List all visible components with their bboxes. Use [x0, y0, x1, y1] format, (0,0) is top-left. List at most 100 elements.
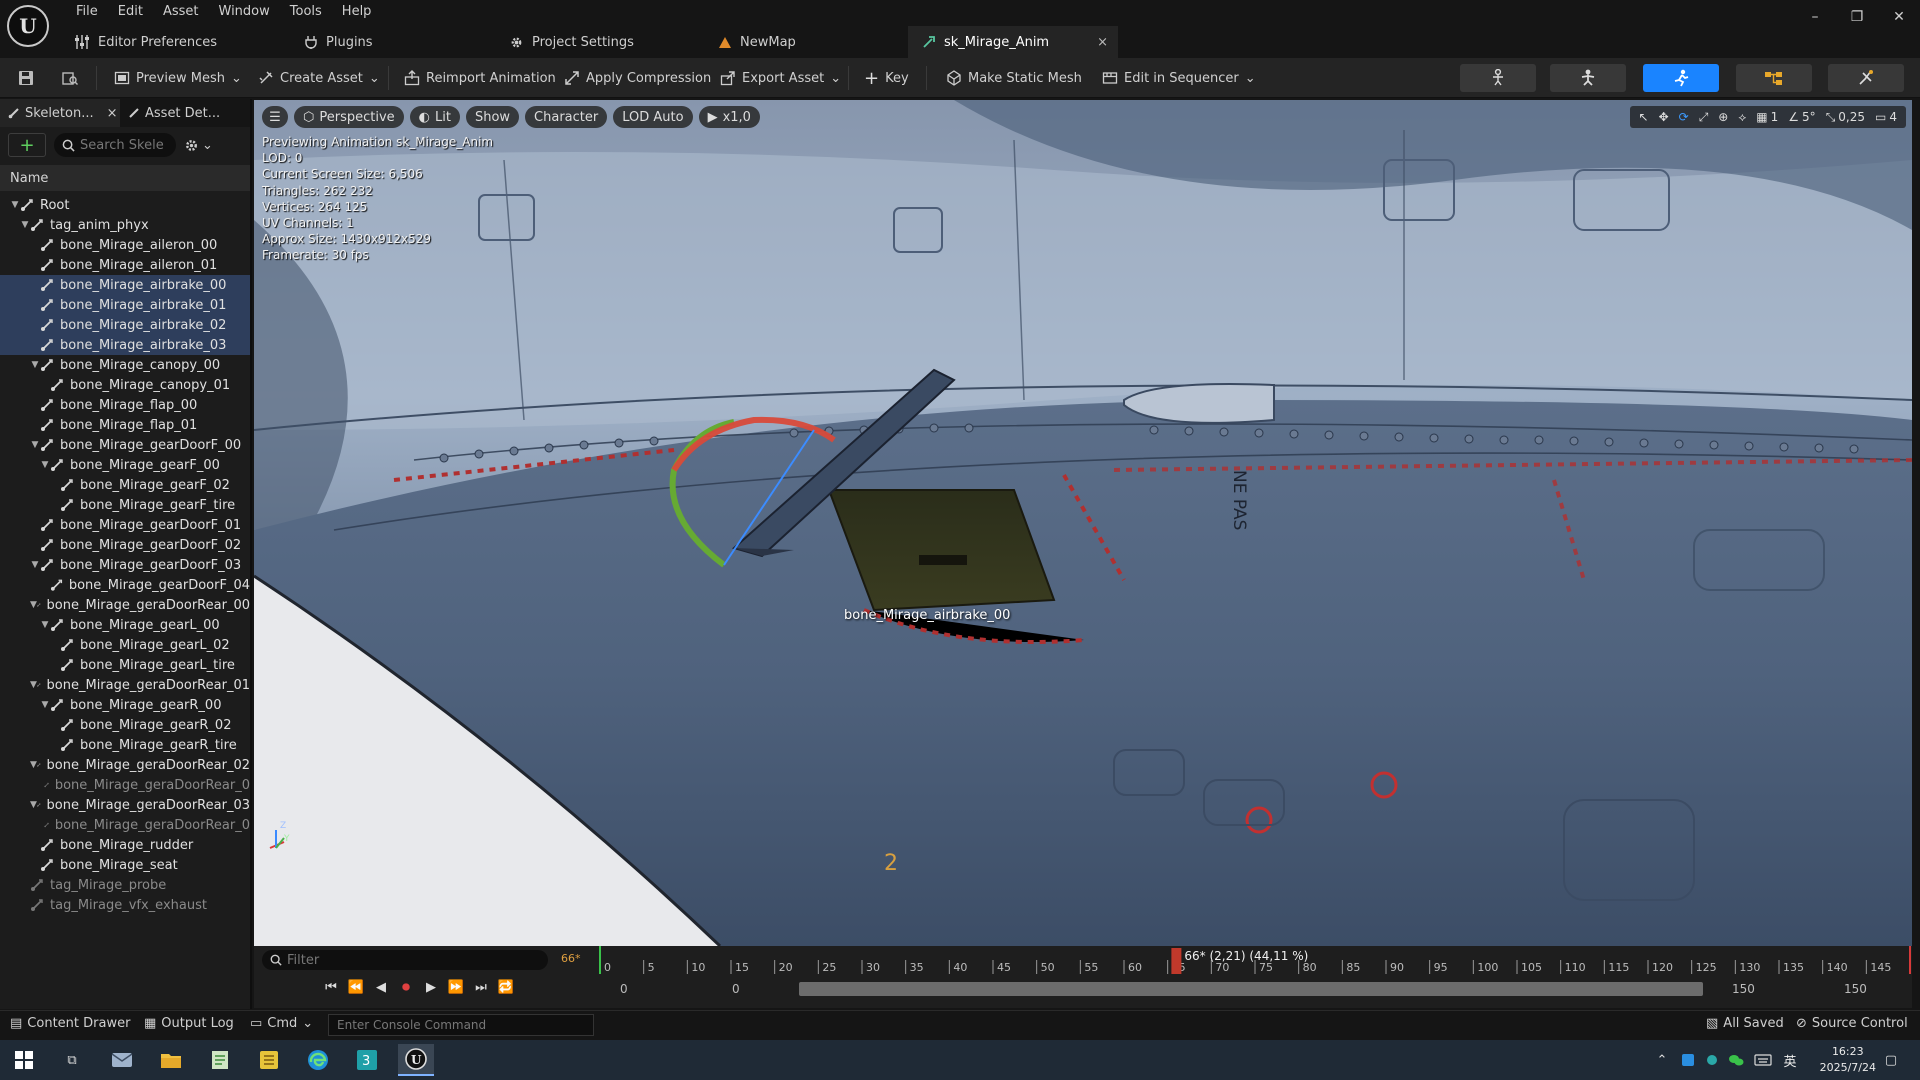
bone-tree-row[interactable]: ▼ bone_Mirage_geraDoorRear_01	[0, 675, 250, 695]
bone-tree-row[interactable]: bone_Mirage_rudder	[0, 835, 250, 855]
view-range-end[interactable]: 150	[1732, 982, 1755, 996]
bone-tree-row[interactable]: ▼ bone_Mirage_gearF_00	[0, 455, 250, 475]
perspective-button[interactable]: ⬡ Perspective	[294, 106, 404, 128]
bone-tree-row[interactable]: bone_Mirage_gearDoorF_01	[0, 515, 250, 535]
bone-tree-row[interactable]: ▼ bone_Mirage_gearR_00	[0, 695, 250, 715]
tray-keyboard[interactable]	[1750, 1044, 1776, 1076]
bone-tree-row[interactable]: ▼ bone_Mirage_canopy_00	[0, 355, 250, 375]
select-tool[interactable]: ↖	[1636, 110, 1652, 124]
show-button[interactable]: Show	[465, 106, 520, 128]
tab-sk-mirage-anim[interactable]: sk_Mirage_Anim ×	[908, 26, 1118, 58]
tray-app-1[interactable]	[1676, 1044, 1700, 1076]
go-to-end-button[interactable]: ⏭	[472, 978, 490, 996]
bone-tree-row[interactable]: bone_Mirage_gearR_02	[0, 715, 250, 735]
blueprint-mode-button[interactable]	[1736, 64, 1812, 92]
bone-tree-row[interactable]: bone_Mirage_airbrake_02	[0, 315, 250, 335]
bone-tree-row[interactable]: ▼ bone_Mirage_gearDoorF_00	[0, 435, 250, 455]
bone-tree-row[interactable]: ▼ bone_Mirage_geraDoorRear_03	[0, 795, 250, 815]
system-clock[interactable]: 16:23 2025/7/24	[1820, 1044, 1876, 1076]
lod-button[interactable]: LOD Auto	[613, 106, 693, 128]
menu-window[interactable]: Window	[209, 3, 280, 21]
menu-file[interactable]: File	[66, 3, 108, 21]
playback-speed-button[interactable]: ▶ x1,0	[698, 106, 760, 128]
task-view-button[interactable]: ⧉	[54, 1044, 90, 1076]
apply-compression-button[interactable]: Apply Compression	[560, 64, 715, 92]
taskbar-app-explorer[interactable]	[153, 1044, 189, 1076]
mesh-mode-button[interactable]	[1550, 64, 1626, 92]
lit-button[interactable]: ◐ Lit	[409, 106, 460, 128]
tray-overflow-button[interactable]: ⌃	[1650, 1044, 1674, 1076]
bone-tree-row[interactable]: bone_Mirage_gearDoorF_02	[0, 535, 250, 555]
taskbar-app-3ds[interactable]: 3	[349, 1044, 385, 1076]
bone-tree-row[interactable]: bone_Mirage_geraDoorRear_0	[0, 815, 250, 835]
bone-tree-row[interactable]: bone_Mirage_airbrake_03	[0, 335, 250, 355]
start-button[interactable]	[6, 1044, 42, 1076]
bone-tree-row[interactable]: tag_Mirage_vfx_exhaust	[0, 895, 250, 915]
grid-snap-toggle[interactable]: ▦ 1	[1753, 110, 1781, 124]
save-status[interactable]: ▧ All Saved	[1706, 1016, 1784, 1031]
expand-arrow-icon[interactable]: ▼	[30, 360, 40, 370]
rotation-snap-toggle[interactable]: ∠ 5°	[1785, 110, 1818, 124]
camera-speed-button[interactable]: ▭ 4	[1872, 110, 1900, 124]
tray-wechat[interactable]	[1724, 1044, 1748, 1076]
loop-button[interactable]: 🔁	[497, 978, 515, 996]
bone-tree-row[interactable]: bone_Mirage_gearL_02	[0, 635, 250, 655]
taskbar-app-notepad[interactable]	[202, 1044, 238, 1076]
bone-tree-row[interactable]: ▼ bone_Mirage_geraDoorRear_00	[0, 595, 250, 615]
rotate-tool[interactable]: ⟳	[1676, 110, 1692, 124]
translate-tool[interactable]: ✥	[1656, 110, 1672, 124]
expand-arrow-icon[interactable]: ▼	[30, 440, 40, 450]
tab-asset-details[interactable]: Asset Det...	[120, 99, 228, 127]
step-back-button[interactable]: ⏪	[347, 978, 365, 996]
expand-arrow-icon[interactable]: ▼	[30, 560, 40, 570]
notification-button[interactable]: ▢	[1876, 1044, 1906, 1076]
menu-help[interactable]: Help	[332, 3, 382, 21]
current-frame-readout[interactable]: 66*	[561, 952, 581, 965]
bone-tree-row[interactable]: bone_Mirage_gearL_tire	[0, 655, 250, 675]
output-log-button[interactable]: ▦ Output Log	[144, 1016, 234, 1031]
add-key-button[interactable]: + Key	[860, 64, 913, 92]
bone-tree-row[interactable]: bone_Mirage_airbrake_00	[0, 275, 250, 295]
scale-tool[interactable]: ⤢	[1696, 110, 1712, 125]
bone-tree-row[interactable]: bone_Mirage_canopy_01	[0, 375, 250, 395]
minimize-button[interactable]: –	[1794, 0, 1836, 34]
playhead[interactable]	[1171, 948, 1182, 974]
expand-arrow-icon[interactable]: ▼	[40, 620, 50, 630]
taskbar-app-edge[interactable]	[300, 1044, 336, 1076]
taskbar-app-unreal[interactable]: U	[398, 1044, 434, 1076]
world-local-toggle[interactable]: ⊕	[1715, 110, 1731, 124]
cmd-dropdown[interactable]: ▭ Cmd ⌄	[250, 1016, 313, 1031]
ime-indicator[interactable]: 英	[1778, 1044, 1802, 1076]
menu-edit[interactable]: Edit	[108, 3, 153, 21]
reimport-animation-button[interactable]: Reimport Animation	[400, 64, 560, 92]
play-reverse-button[interactable]: ◀	[372, 978, 390, 996]
skeleton-mode-button[interactable]	[1460, 64, 1536, 92]
unreal-logo-icon[interactable]: U	[7, 5, 49, 47]
bone-tree-row[interactable]: ▼ bone_Mirage_geraDoorRear_02	[0, 755, 250, 775]
browse-button[interactable]	[58, 64, 82, 92]
character-button[interactable]: Character	[525, 106, 608, 128]
expand-arrow-icon[interactable]: ▼	[30, 600, 37, 610]
animation-mode-button[interactable]	[1643, 64, 1719, 92]
preview-viewport[interactable]: NE PAS 2 Z Y ☰ ⬡ Perspective ◐ Lit Show …	[254, 100, 1912, 946]
bone-tree-row[interactable]: bone_Mirage_gearR_tire	[0, 735, 250, 755]
go-to-start-button[interactable]: ⏮	[322, 978, 340, 996]
export-asset-button[interactable]: Export Asset ⌄	[716, 64, 845, 92]
bone-tree-row[interactable]: bone_Mirage_gearDoorF_04	[0, 575, 250, 595]
bone-tree-row[interactable]: bone_Mirage_aileron_00	[0, 235, 250, 255]
close-icon[interactable]: ×	[107, 106, 118, 121]
view-range-start[interactable]: 0	[620, 982, 628, 996]
expand-arrow-icon[interactable]: ▼	[20, 220, 30, 230]
step-forward-button[interactable]: ⏩	[447, 978, 465, 996]
close-window-button[interactable]: ✕	[1878, 0, 1920, 34]
menu-asset[interactable]: Asset	[153, 3, 209, 21]
expand-arrow-icon[interactable]: ▼	[30, 800, 37, 810]
content-drawer-button[interactable]: ▤ Content Drawer	[10, 1016, 130, 1031]
tab-skeleton-tree[interactable]: Skeleton... ×	[0, 99, 120, 127]
expand-arrow-icon[interactable]: ▼	[30, 760, 37, 770]
console-input[interactable]	[337, 1018, 585, 1032]
save-button[interactable]	[14, 64, 38, 92]
menu-tools[interactable]: Tools	[280, 3, 332, 21]
tab-editor-preferences[interactable]: Editor Preferences	[60, 26, 290, 58]
bone-tree-row[interactable]: bone_Mirage_geraDoorRear_0	[0, 775, 250, 795]
